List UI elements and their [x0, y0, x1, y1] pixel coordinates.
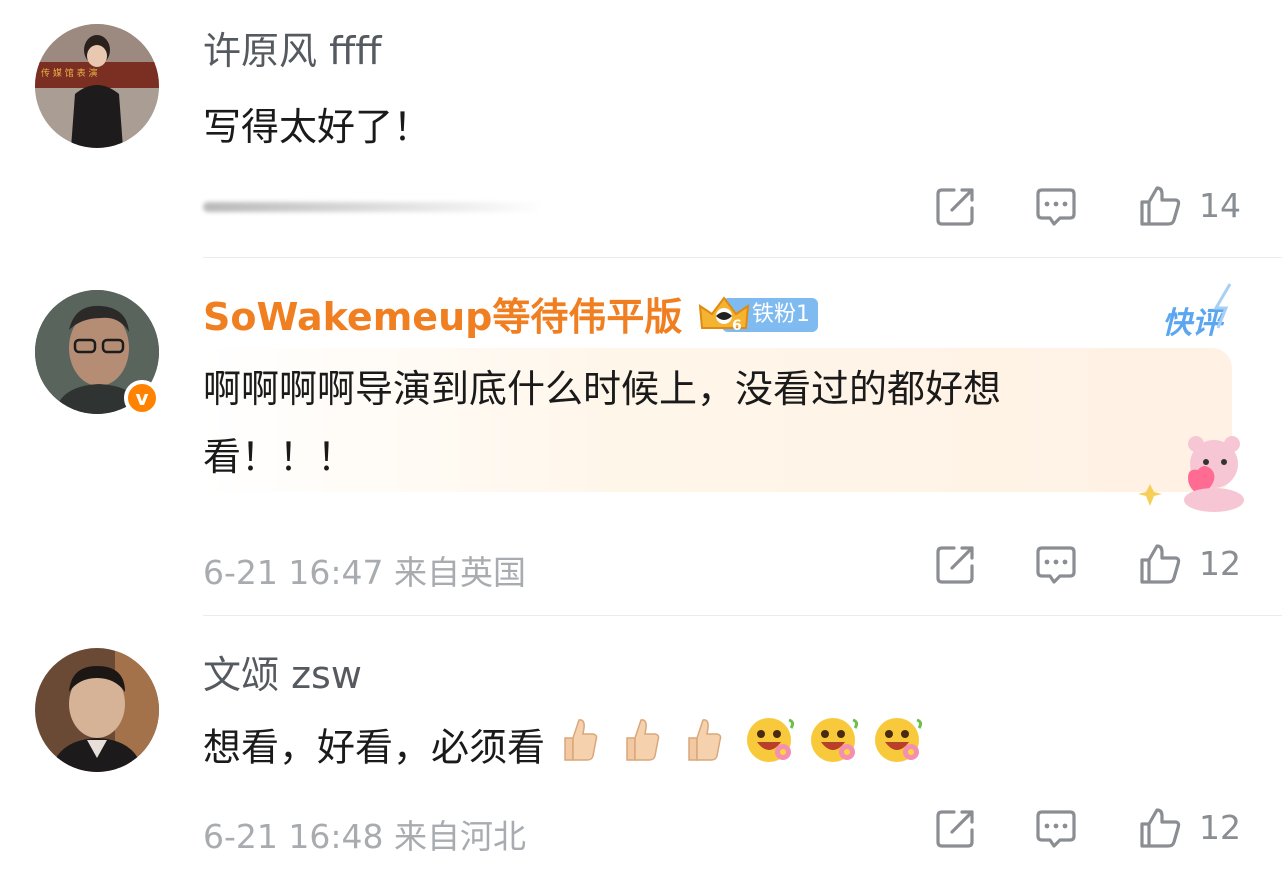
comment-text-row: 想看，好看，必须看: [203, 714, 925, 786]
comment-item: 传 媒 馆 表 演 许原风 ffff 写得太好了！ 14: [0, 0, 1282, 258]
share-icon[interactable]: [934, 542, 978, 586]
share-icon[interactable]: [934, 184, 978, 228]
comment-text: 想看，好看，必须看: [203, 725, 546, 770]
comment-icon[interactable]: [1034, 184, 1078, 228]
comment-text: 写得太好了！: [203, 105, 432, 149]
flower-smile-emoji: [745, 714, 797, 786]
action-bar: 12: [0, 806, 1282, 856]
share-icon[interactable]: [934, 806, 978, 850]
fan-level: 6: [732, 318, 742, 334]
action-bar: 14: [0, 184, 1282, 234]
avatar[interactable]: [35, 648, 159, 772]
verified-badge: v: [124, 380, 160, 416]
username[interactable]: 许原风 ffff: [203, 28, 381, 74]
like-icon[interactable]: [1138, 806, 1182, 850]
comment-text-line2: 看！！！: [203, 435, 356, 479]
flower-smile-emoji: [873, 714, 925, 786]
comment-icon[interactable]: [1034, 806, 1078, 850]
comment-icon[interactable]: [1034, 542, 1078, 586]
thumbs-up-icon: [621, 716, 661, 784]
comment-text-line1: 啊啊啊啊导演到底什么时候上，没看过的都好想: [203, 367, 1002, 411]
username[interactable]: SoWakemeup等待伟平版: [203, 294, 682, 340]
action-bar: 12: [0, 542, 1282, 592]
comment-item: v SoWakemeup等待伟平版 铁粉1 6 快评 啊啊啊啊导演到底什么时候上…: [0, 258, 1282, 616]
thumbs-up-icon: [559, 716, 599, 784]
like-count: 12: [1199, 808, 1241, 847]
like-icon[interactable]: [1138, 184, 1182, 228]
flower-smile-emoji: [809, 714, 861, 786]
crown-icon: [698, 296, 750, 329]
fan-badge-group[interactable]: 铁粉1 6: [696, 296, 826, 338]
like-icon[interactable]: [1138, 542, 1182, 586]
avatar[interactable]: 传 媒 馆 表 演: [35, 24, 159, 148]
like-count: 12: [1199, 544, 1241, 583]
username[interactable]: 文颂 zsw: [203, 652, 362, 698]
svg-text:传 媒 馆 表 演: 传 媒 馆 表 演: [41, 67, 97, 79]
comment-item: 文颂 zsw 想看，好看，必须看 6-21 16:48 来自河北 12: [0, 616, 1282, 876]
bear-heart-sticker: [1138, 436, 1244, 512]
lightning-icon: [1213, 283, 1232, 329]
like-count: 14: [1199, 186, 1241, 225]
thumbs-up-icon: [683, 716, 723, 784]
